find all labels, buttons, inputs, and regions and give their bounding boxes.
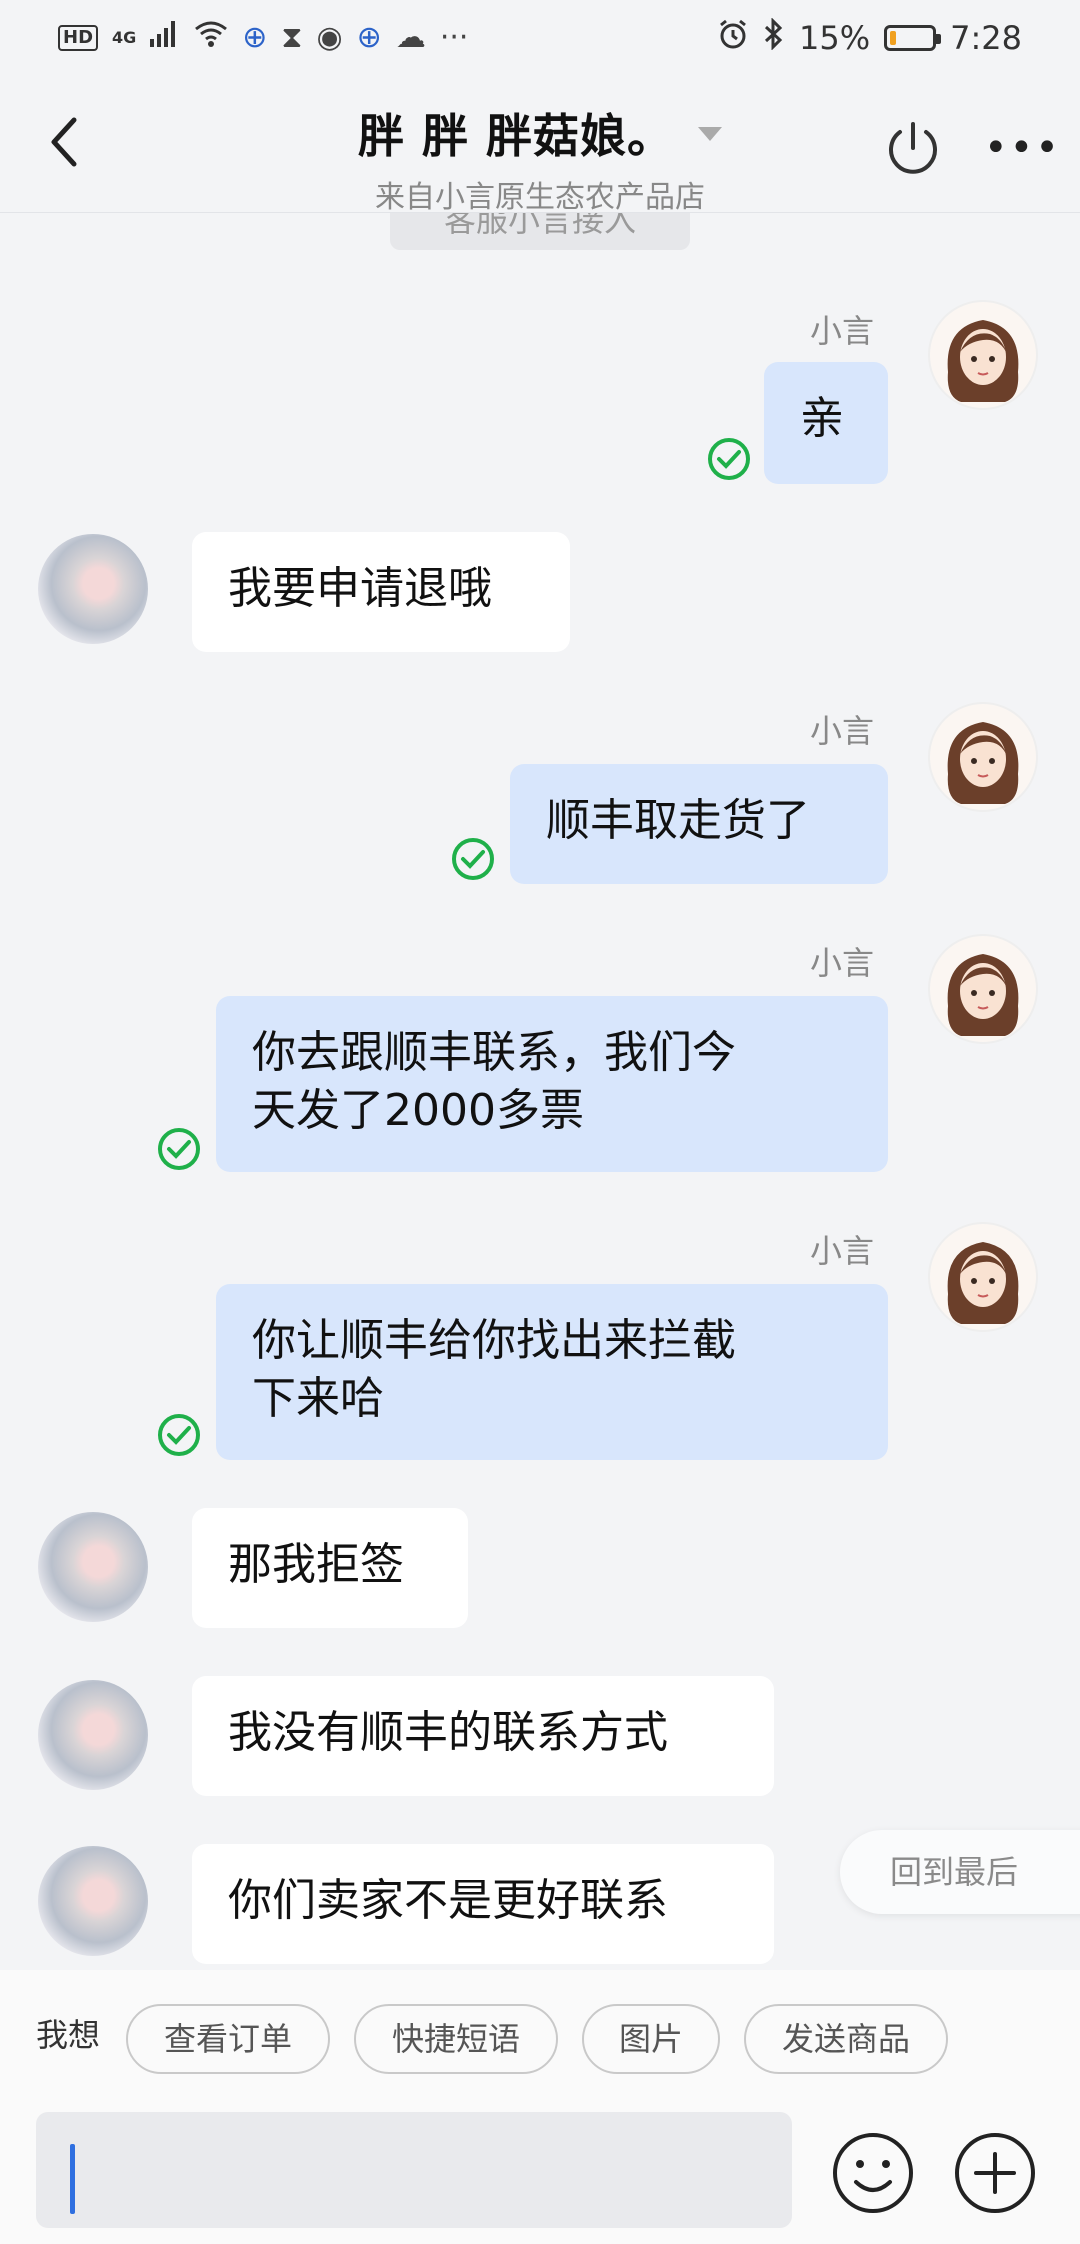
power-icon [889, 122, 937, 174]
read-check-icon [708, 438, 750, 480]
message-bubble-outgoing[interactable]: 你去跟顺丰联系，我们今 天发了2000多票 [216, 996, 888, 1172]
customer-avatar[interactable] [38, 1846, 148, 1956]
signal-icon [150, 21, 180, 54]
message-line: 你去跟顺丰联系，我们今 [252, 1027, 736, 1078]
sender-name: 小言 [810, 312, 875, 350]
emoji-button[interactable] [830, 2130, 916, 2216]
input-bar [0, 2080, 1080, 2244]
plus-icon [955, 2133, 1035, 2213]
network-type: 4G [112, 28, 137, 47]
hd-badge: HD [58, 24, 99, 51]
status-bar: HD 4G ⊕ ⧗ ◉ ⊕ ☁ ··· 15% 7:28 [0, 0, 1080, 82]
more-button[interactable]: ••• [984, 118, 1059, 178]
customer-avatar[interactable] [38, 1680, 148, 1790]
agent-avatar[interactable] [928, 300, 1038, 410]
message-line: 下来哈 [252, 1373, 384, 1424]
sender-name: 小言 [810, 712, 875, 750]
read-check-icon [452, 838, 494, 880]
message-bubble-incoming[interactable]: 我要申请退哦 [192, 532, 570, 652]
wechat-icon: ☁ [395, 20, 426, 55]
emoji-icon [833, 2133, 913, 2213]
quick-action-label: 我想 [36, 2016, 101, 2054]
agent-avatar[interactable] [928, 934, 1038, 1044]
power-button[interactable] [880, 116, 946, 182]
quick-phrases-chip[interactable]: 快捷短语 [354, 2004, 558, 2074]
battery-percent: 15% [799, 19, 871, 57]
clock: 7:28 [950, 19, 1022, 57]
more-dots: ··· [439, 20, 469, 55]
app-icon: ⊕ [356, 20, 382, 55]
alarm-icon [717, 18, 749, 58]
message-line: 你让顺丰给你找出来拦截 [252, 1315, 736, 1366]
image-chip[interactable]: 图片 [582, 2004, 720, 2074]
message-bubble-incoming[interactable]: 你们卖家不是更好联系 [192, 1844, 774, 1964]
message-bubble-outgoing[interactable]: 顺丰取走货了 [510, 764, 888, 884]
quick-action-bar: 我想 查看订单 快捷短语 图片 发送商品 [0, 1970, 1080, 2080]
chat-header: 胖 胖 胖菇娘。 来自小言原生态农产品店 ••• [0, 82, 1080, 215]
text-cursor [70, 2144, 75, 2214]
wifi-icon [194, 21, 228, 54]
bluetooth-icon [763, 17, 785, 58]
battery-icon [884, 25, 942, 51]
message-bubble-incoming[interactable]: 那我拒签 [192, 1508, 468, 1628]
page-title: 胖 胖 胖菇娘。 [357, 109, 675, 163]
agent-avatar[interactable] [928, 702, 1038, 812]
sender-name: 小言 [810, 944, 875, 982]
battery-fill [890, 31, 897, 45]
plus-button[interactable] [952, 2130, 1038, 2216]
status-left: HD 4G ⊕ ⧗ ◉ ⊕ ☁ ··· [58, 20, 468, 55]
more-icon: ••• [984, 125, 1061, 171]
customer-avatar[interactable] [38, 534, 148, 644]
app-icon: ⊕ [242, 20, 268, 55]
message-bubble-outgoing[interactable]: 你让顺丰给你找出来拦截 下来哈 [216, 1284, 888, 1460]
read-check-icon [158, 1414, 200, 1456]
view-order-chip[interactable]: 查看订单 [126, 2004, 330, 2074]
customer-avatar[interactable] [38, 1512, 148, 1622]
message-line: 天发了2000多票 [252, 1085, 584, 1136]
agent-avatar[interactable] [928, 1222, 1038, 1332]
hourglass-icon: ⧗ [281, 20, 303, 55]
send-product-chip[interactable]: 发送商品 [744, 2004, 948, 2074]
dropdown-caret-icon[interactable] [698, 126, 723, 141]
status-right: 15% 7:28 [717, 17, 1022, 58]
message-bubble-incoming[interactable]: 我没有顺丰的联系方式 [192, 1676, 774, 1796]
back-to-latest-button[interactable]: 回到最后 [840, 1830, 1080, 1914]
message-bubble-outgoing[interactable]: 亲 [764, 362, 888, 484]
message-input[interactable] [36, 2112, 792, 2228]
read-check-icon [158, 1128, 200, 1170]
sender-name: 小言 [810, 1232, 875, 1270]
music-icon: ◉ [316, 20, 343, 55]
